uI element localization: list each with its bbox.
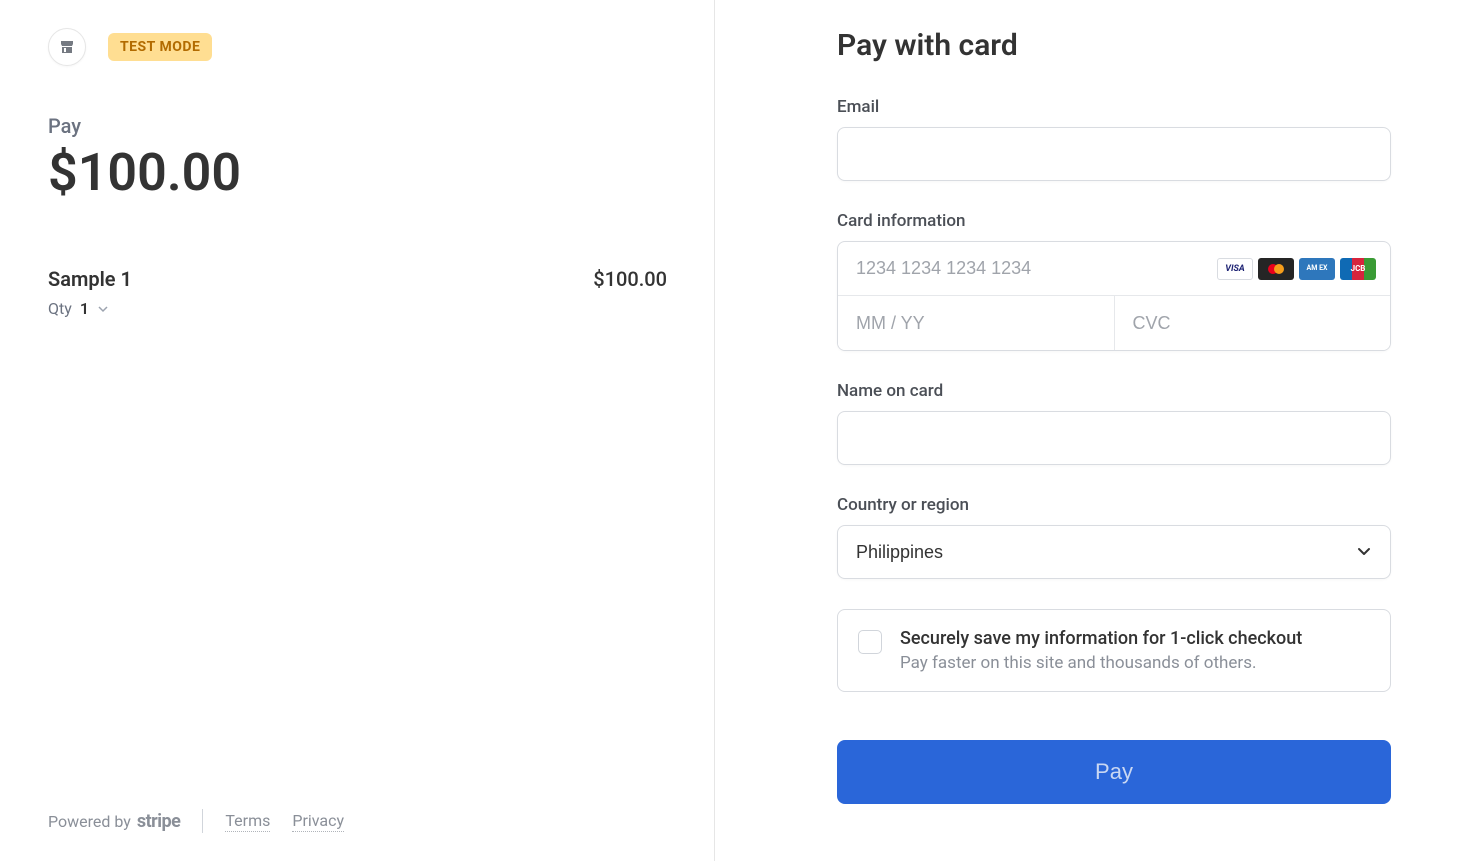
order-summary-panel: TEST MODE Pay $100.00 Sample 1 Qty 1 $10…	[0, 0, 715, 861]
merchant-icon[interactable]	[48, 28, 86, 66]
card-input-group: VISA AM EX JCB	[837, 241, 1391, 351]
privacy-link[interactable]: Privacy	[292, 811, 344, 832]
pay-label: Pay	[48, 114, 667, 138]
card-number-input[interactable]	[856, 242, 1217, 295]
chevron-down-icon	[97, 303, 109, 315]
save-info-title: Securely save my information for 1-click…	[900, 628, 1302, 649]
card-info-label: Card information	[837, 211, 1391, 231]
panel-divider	[714, 0, 715, 861]
qty-label: Qty	[48, 299, 72, 318]
card-brand-icons: VISA AM EX JCB	[1217, 258, 1376, 280]
card-field-group: Card information VISA AM EX JCB	[837, 211, 1391, 351]
save-info-subtitle: Pay faster on this site and thousands of…	[900, 653, 1302, 673]
mastercard-icon	[1258, 258, 1294, 280]
visa-icon: VISA	[1217, 258, 1253, 280]
footer-separator	[202, 809, 203, 833]
summary-header: TEST MODE	[48, 28, 667, 66]
cardholder-name-input[interactable]	[837, 411, 1391, 465]
card-expiry-input[interactable]	[838, 296, 1115, 350]
qty-value: 1	[80, 299, 89, 318]
name-field-group: Name on card	[837, 381, 1391, 465]
save-info-box: Securely save my information for 1-click…	[837, 609, 1391, 692]
terms-link[interactable]: Terms	[225, 811, 270, 832]
save-info-checkbox[interactable]	[858, 630, 882, 654]
name-label: Name on card	[837, 381, 1391, 401]
amex-icon: AM EX	[1299, 258, 1335, 280]
payment-form-panel: Pay with card Email Card information VIS…	[715, 0, 1475, 861]
email-field-group: Email	[837, 97, 1391, 181]
card-cvc-input[interactable]	[1115, 296, 1391, 350]
total-amount: $100.00	[48, 142, 667, 203]
email-label: Email	[837, 97, 1391, 117]
summary-footer: Powered by stripe Terms Privacy	[48, 809, 667, 833]
country-field-group: Country or region Philippines	[837, 495, 1391, 579]
quantity-selector[interactable]: Qty 1	[48, 299, 132, 318]
country-select[interactable]: Philippines	[837, 525, 1391, 579]
powered-by-text: Powered by	[48, 812, 131, 831]
powered-by-stripe[interactable]: Powered by stripe	[48, 811, 180, 832]
line-item: Sample 1 Qty 1 $100.00	[48, 267, 667, 318]
page-title: Pay with card	[837, 28, 1391, 63]
line-item-name: Sample 1	[48, 267, 132, 291]
country-label: Country or region	[837, 495, 1391, 515]
stripe-logo: stripe	[137, 811, 181, 832]
pay-button[interactable]: Pay	[837, 740, 1391, 804]
store-icon	[59, 39, 75, 55]
line-item-price: $100.00	[593, 267, 667, 291]
email-input[interactable]	[837, 127, 1391, 181]
jcb-icon: JCB	[1340, 258, 1376, 280]
test-mode-badge: TEST MODE	[108, 33, 212, 61]
